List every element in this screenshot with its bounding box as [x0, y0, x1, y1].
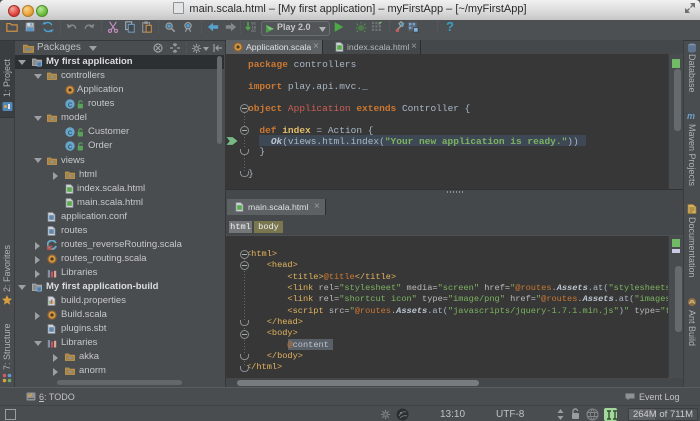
svg-text:01: 01 — [251, 29, 256, 33]
